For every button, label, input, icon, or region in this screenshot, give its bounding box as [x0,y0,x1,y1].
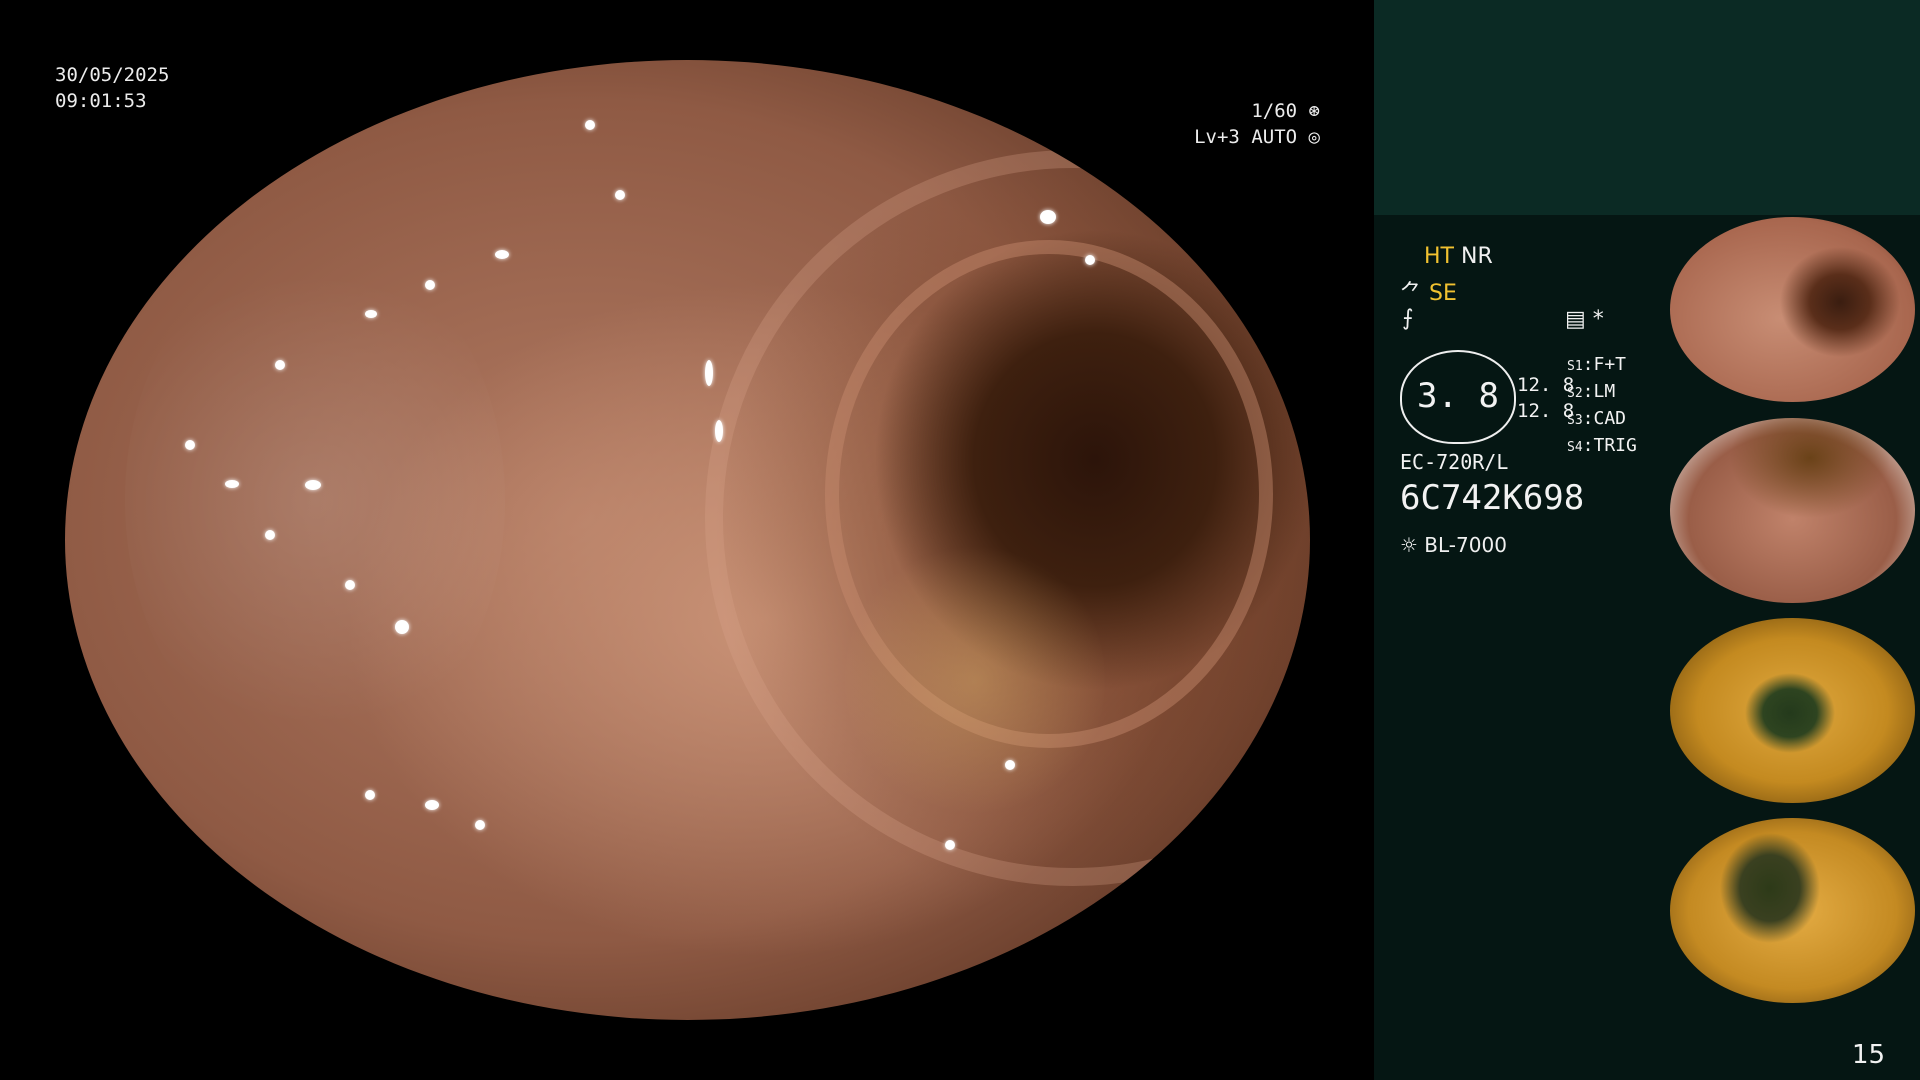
asterisk-label: * [1592,307,1604,332]
date-text: 30/05/2025 [55,64,170,86]
switch-list: S1:F+T S2:LM S3:CAD S4:TRIG [1567,352,1637,460]
specular-highlight [185,440,195,450]
specular-highlight [615,190,625,200]
specular-highlight [945,840,955,850]
scope-serial: 6C742K698 [1400,478,1585,518]
specular-highlight [1040,210,1056,224]
specular-highlight [1085,255,1095,265]
specular-highlight [705,360,713,386]
specular-highlight [365,790,375,800]
switch-row: S4:TRIG [1567,435,1637,456]
specular-highlight [475,820,485,830]
enhance-row: ⺈ SE [1400,275,1457,307]
iris-text: AUTO [1251,126,1298,148]
image-mode-row: HT NR [1424,244,1493,269]
thumbnail[interactable] [1670,217,1915,402]
specular-highlight [225,480,239,488]
switch-row: S2:LM [1567,381,1616,402]
reading-bottom: 12. 8 [1517,400,1575,422]
specular-highlight [395,620,409,634]
exposure-overlay: 1/60 ⊛ Lv+3 AUTO ◎ [1194,98,1320,150]
specular-highlight [425,280,435,290]
time-text: 09:01:53 [55,90,147,112]
mode-gauge: 3. 8 [1400,350,1516,444]
thumbnail[interactable] [1670,818,1915,1003]
specular-highlight [345,580,355,590]
specular-highlight [495,250,509,259]
frame-number: 15 [1852,1040,1886,1070]
specular-highlight [275,360,285,370]
light-source-label: BL-7000 [1424,533,1507,557]
thumbnail[interactable] [1670,618,1915,803]
specular-highlight [305,480,321,490]
specular-highlight [365,310,377,318]
structure-enhance-icon: ⺈ [1400,281,1423,306]
status-panel-header [1374,0,1920,215]
light-icon: ☼ [1400,533,1418,557]
bubble-cluster [845,540,1105,820]
specular-highlight [715,420,723,442]
specular-highlight [265,530,275,540]
reading-top: 12. 8 [1517,374,1575,396]
gauge-readings: 12. 8 12. 8 [1517,372,1574,424]
switch-row: S3:CAD [1567,408,1627,429]
specular-highlight [585,120,595,130]
shutter-icon: ⊛ [1308,100,1320,122]
specular-highlight [425,800,439,810]
se-label: SE [1429,281,1457,306]
level-text: Lv+3 [1194,126,1240,148]
endoscope-main-view [65,60,1310,1020]
thumbnail[interactable] [1670,418,1915,603]
menu-icon: ▤ [1565,307,1586,332]
nr-label: NR [1460,244,1493,269]
scope-model: EC-720R/L [1400,450,1509,474]
panel-flags: ▤ * [1565,307,1604,332]
gauge-value: 3. 8 [1417,376,1499,416]
shutter-text: 1/60 [1251,100,1298,122]
specular-highlight [1005,760,1015,770]
switch-row: S1:F+T [1567,354,1627,375]
light-source-row: ☼ BL-7000 [1400,533,1507,557]
freeze-icon: ⨍ [1402,306,1414,331]
date-time-overlay: 30/05/2025 09:01:53 [55,62,169,114]
reflection-cluster [125,240,505,760]
ht-label: HT [1424,244,1454,269]
iris-icon: ◎ [1308,126,1320,148]
